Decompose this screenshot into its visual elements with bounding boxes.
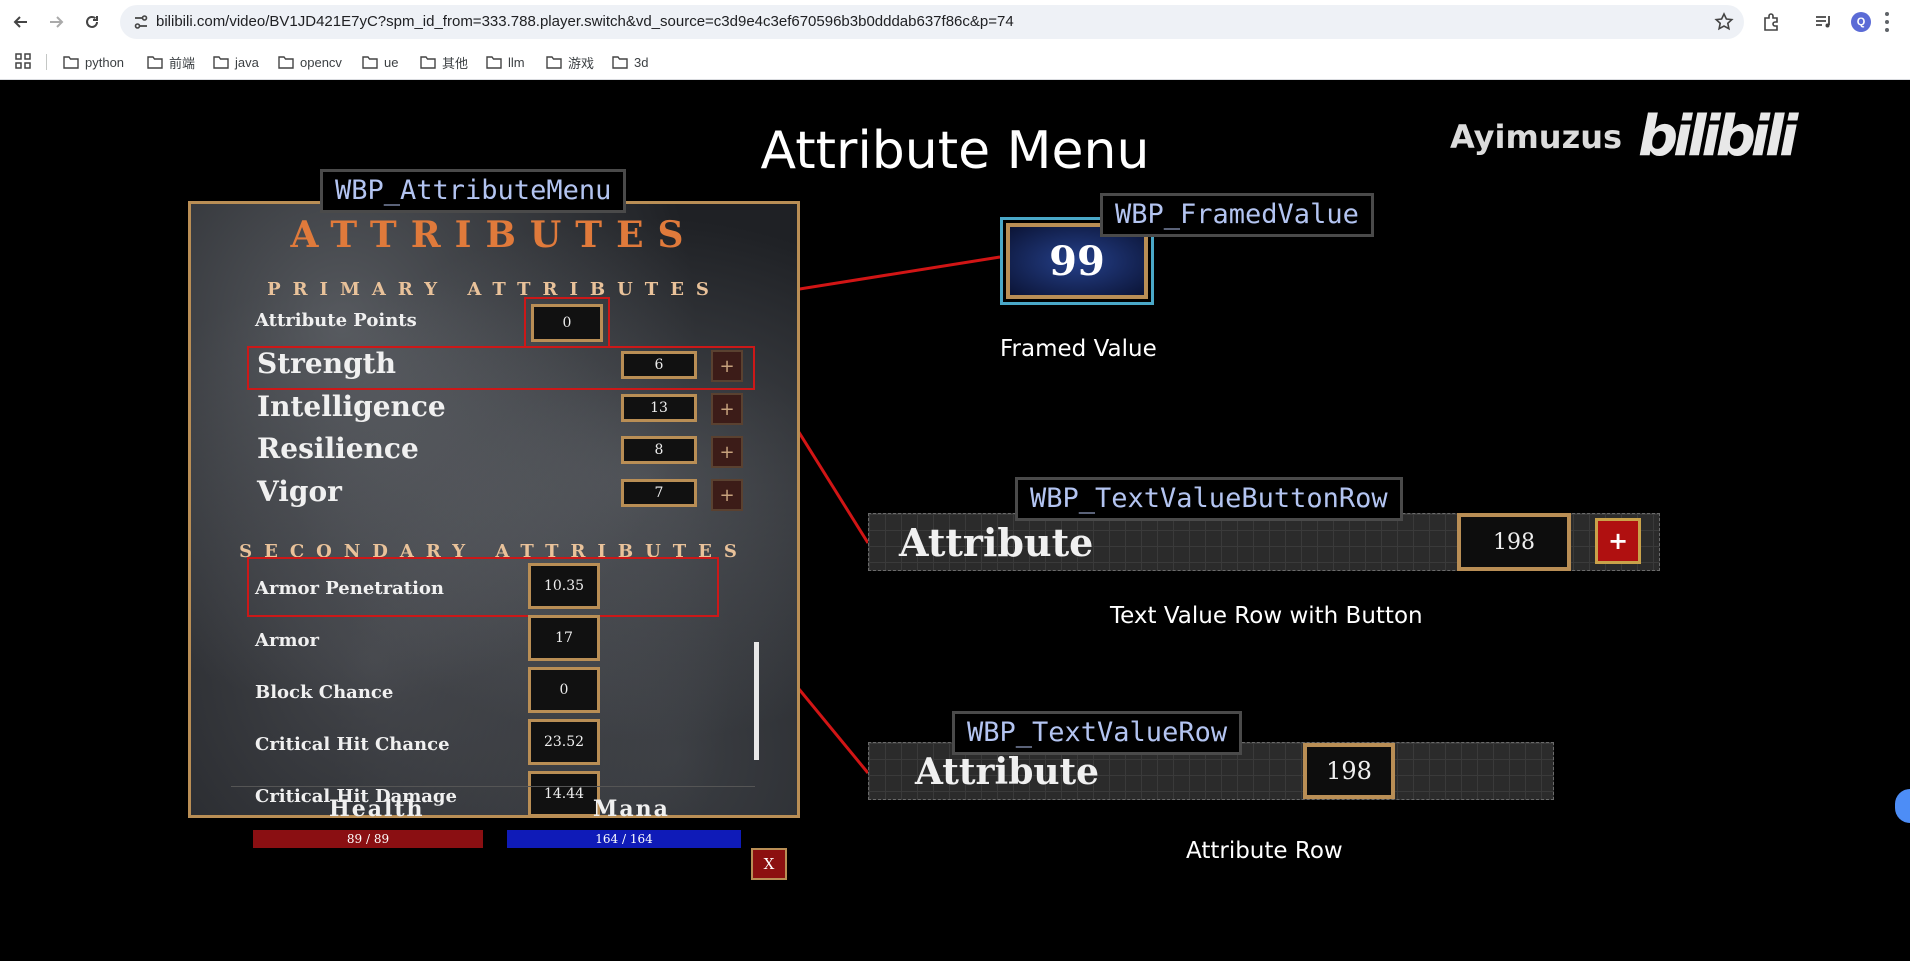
health-text: 89 / 89	[346, 832, 390, 846]
reload-button[interactable]	[80, 10, 104, 34]
primary-attributes-heading: PRIMARY ATTRIBUTES	[267, 279, 721, 300]
site-settings-icon[interactable]	[132, 13, 150, 31]
label-wbp-text-value-row: WBP_TextValueRow	[952, 711, 1243, 755]
attribute-menu-panel: ATTRIBUTES PRIMARY ATTRIBUTES Attribute …	[188, 201, 800, 880]
text-value-button-row-widget: Attribute 198 +	[868, 513, 1660, 571]
bookmark-label: 3d	[634, 54, 649, 70]
bookmark-star-icon[interactable]	[1714, 12, 1734, 32]
mana-text: 164 / 164	[595, 832, 653, 846]
video-player[interactable]: Attribute Menu Ayimuzus bilibili ATTRIBU…	[0, 81, 1910, 961]
folder-icon	[362, 55, 378, 69]
browser-menu-icon[interactable]	[1885, 12, 1889, 32]
row-attribute-label: Attribute	[915, 751, 1100, 793]
reload-icon	[86, 15, 98, 28]
folder-icon	[420, 55, 436, 69]
attribute-value-armor: 17	[528, 615, 600, 661]
attribute-value-resilience: 8	[621, 436, 697, 464]
bookmarks-divider	[46, 54, 47, 70]
bookmark-folder-llm[interactable]: llm	[486, 51, 525, 73]
attribute-value-critical-hit-damage: 14.44	[528, 771, 600, 817]
url-text[interactable]: bilibili.com/video/BV1JD421E7yC?spm_id_f…	[156, 13, 1014, 30]
bookmark-label: java	[235, 54, 259, 70]
folder-icon	[278, 55, 294, 69]
mana-label: Mana	[593, 796, 670, 822]
bookmark-folder-frontend[interactable]: 前端	[147, 51, 195, 73]
folder-icon	[147, 55, 163, 69]
attribute-value-vigor: 7	[621, 479, 697, 507]
attribute-label-intelligence: Intelligence	[257, 390, 446, 423]
add-intelligence-button[interactable]: +	[711, 393, 743, 425]
bookmark-label: 其他	[442, 55, 469, 71]
menu-divider	[231, 786, 755, 787]
label-wbp-attribute-menu: WBP_AttributeMenu	[320, 169, 627, 213]
row-plus-button[interactable]: +	[1595, 518, 1641, 564]
caption-framed-value: Framed Value	[1000, 336, 1157, 362]
row-attribute-label: Attribute	[899, 520, 1094, 565]
bookmark-folder-python[interactable]: python	[63, 51, 124, 73]
highlight-frame	[247, 346, 755, 390]
highlight-frame	[247, 557, 719, 617]
puzzle-icon	[1764, 13, 1778, 31]
apps-grid-icon[interactable]	[14, 52, 32, 70]
folder-icon	[486, 55, 502, 69]
attribute-label-critical-hit-chance: Critical Hit Chance	[255, 734, 450, 755]
mana-bar: 164 / 164	[507, 830, 741, 848]
media-controls-button[interactable]	[1812, 11, 1834, 33]
bookmark-folder-games[interactable]: 游戏	[546, 51, 594, 73]
bookmark-label: opencv	[300, 54, 342, 70]
close-button[interactable]: X	[751, 848, 787, 880]
bookmark-folder-3d[interactable]: 3d	[612, 51, 648, 73]
add-vigor-button[interactable]: +	[711, 479, 743, 511]
folder-icon	[213, 55, 229, 69]
bookmark-label: llm	[508, 54, 525, 70]
attribute-label-resilience: Resilience	[257, 432, 419, 465]
health-bar: 89 / 89	[253, 830, 483, 848]
highlight-frame	[524, 297, 610, 348]
label-wbp-framed-value: WBP_FramedValue	[1100, 193, 1374, 237]
folder-icon	[546, 55, 562, 69]
bookmark-label: 前端	[169, 55, 196, 71]
bookmarks-bar: python 前端 java opencv ue 其他 llm 游戏 3d	[0, 44, 1910, 80]
arrow-left-icon	[13, 16, 27, 28]
label-wbp-text-value-button-row: WBP_TextValueButtonRow	[1015, 477, 1403, 521]
bookmark-label: ue	[384, 54, 399, 70]
browser-toolbar: bilibili.com/video/BV1JD421E7yC?spm_id_f…	[0, 0, 1910, 44]
bookmark-label: 游戏	[568, 55, 595, 71]
folder-icon	[63, 55, 79, 69]
bookmark-folder-opencv[interactable]: opencv	[278, 51, 342, 73]
attribute-label-block-chance: Block Chance	[255, 682, 394, 703]
forward-button[interactable]	[44, 10, 68, 34]
bookmark-folder-other[interactable]: 其他	[420, 51, 468, 73]
add-resilience-button[interactable]: +	[711, 436, 743, 468]
caption-text-value-button-row: Text Value Row with Button	[1110, 603, 1423, 629]
bookmark-label: python	[85, 54, 125, 70]
attribute-value-intelligence: 13	[621, 394, 697, 422]
attribute-label-armor: Armor	[255, 630, 319, 651]
arrow-right-icon	[50, 16, 64, 28]
folder-icon	[612, 55, 628, 69]
attribute-points-label: Attribute Points	[255, 310, 417, 331]
attribute-value-block-chance: 0	[528, 667, 600, 713]
bookmark-folder-ue[interactable]: ue	[362, 51, 398, 73]
bilibili-logo: bilibili	[1638, 104, 1798, 169]
health-label: Health	[329, 796, 425, 822]
secondary-scrollbar[interactable]	[754, 642, 759, 760]
playlist-icon	[1816, 16, 1830, 28]
attribute-value-critical-hit-chance: 23.52	[528, 719, 600, 765]
framed-value-number: 99	[1049, 237, 1105, 285]
row-attribute-value: 198	[1303, 743, 1395, 799]
caption-attribute-row: Attribute Row	[1186, 838, 1343, 864]
profile-avatar[interactable]: Q	[1851, 12, 1871, 32]
extensions-button[interactable]	[1760, 11, 1782, 33]
bookmark-folder-java[interactable]: java	[213, 51, 259, 73]
channel-watermark: Ayimuzus bilibili	[1450, 104, 1798, 169]
back-button[interactable]	[9, 10, 33, 34]
author-name: Ayimuzus	[1450, 118, 1623, 156]
row-attribute-value: 198	[1457, 513, 1571, 571]
menu-title: ATTRIBUTES	[290, 214, 698, 256]
attribute-label-vigor: Vigor	[257, 475, 342, 508]
address-bar[interactable]: bilibili.com/video/BV1JD421E7yC?spm_id_f…	[120, 5, 1744, 39]
